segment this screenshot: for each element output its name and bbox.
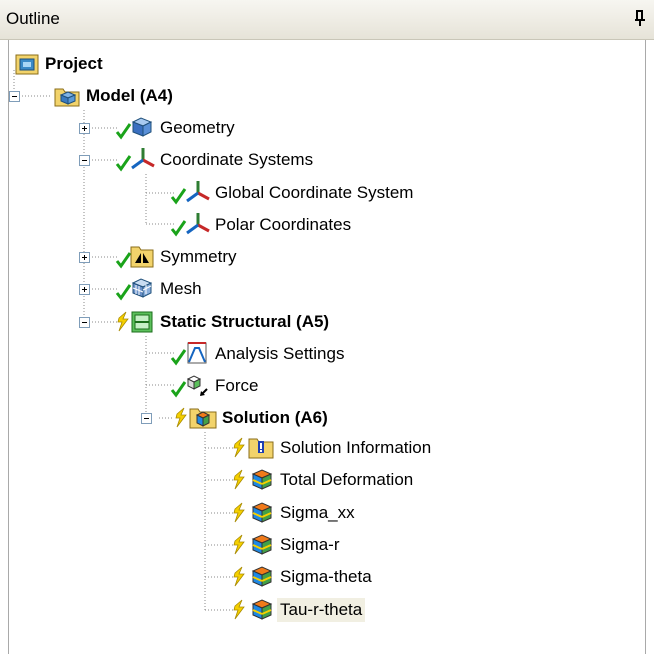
- tree-item-symmetry[interactable]: Symmetry: [115, 241, 240, 273]
- solution-icon: [175, 407, 217, 429]
- tree-item-label: Coordinate Systems: [160, 150, 314, 169]
- tree-item-solution-information[interactable]: Solution Information: [231, 432, 434, 464]
- project-icon: [15, 54, 39, 75]
- tree-item-label: Total Deformation: [280, 470, 414, 489]
- tree-item-geometry[interactable]: Geometry: [115, 112, 238, 144]
- coordinate-system-icon: [170, 181, 210, 205]
- outline-tree: Project Model (A4) Geometry Coordinate S…: [8, 40, 646, 654]
- force-icon: [170, 375, 208, 398]
- tree-item-label: Polar Coordinates: [215, 215, 352, 234]
- solution-information-icon: [233, 437, 274, 459]
- result-icon: [233, 566, 273, 587]
- model-folder-icon: [54, 88, 80, 107]
- result-icon: [233, 534, 273, 555]
- tree-item-label: Model (A4): [86, 86, 173, 105]
- tree-item-analysis-settings[interactable]: Analysis Settings: [170, 338, 347, 370]
- tree-item-tau-r-theta[interactable]: Tau-r-theta: [231, 594, 366, 626]
- tree-item-label: Symmetry: [160, 247, 237, 266]
- tree-item-label: Sigma_xx: [280, 503, 355, 522]
- coordinate-systems-icon: [115, 148, 155, 172]
- tree-item-label: Solution (A6): [222, 408, 328, 427]
- tree-item-label: Geometry: [160, 118, 235, 137]
- tree-item-label: Analysis Settings: [215, 344, 345, 363]
- tree-item-label: Sigma-r: [280, 535, 340, 554]
- mesh-expand-toggle[interactable]: [79, 284, 90, 295]
- tree-item-label: Sigma-theta: [280, 567, 372, 586]
- result-icon: [233, 502, 273, 523]
- tree-item-sigma-theta[interactable]: Sigma-theta: [231, 561, 375, 593]
- mesh-icon: [115, 278, 153, 301]
- tree-item-coordinate-systems[interactable]: Coordinate Systems: [115, 144, 316, 176]
- panel-title: Outline: [6, 9, 60, 28]
- symmetry-expand-toggle[interactable]: [79, 252, 90, 263]
- symmetry-icon: [115, 246, 154, 269]
- tree-item-polar-coordinates[interactable]: Polar Coordinates: [170, 209, 354, 241]
- tree-item-static-structural[interactable]: Static Structural (A5): [115, 306, 332, 338]
- pin-icon[interactable]: [630, 6, 650, 32]
- tree-item-total-deformation[interactable]: Total Deformation: [231, 464, 416, 496]
- tree-item-solution[interactable]: Solution (A6): [171, 402, 331, 434]
- tree-item-global-coordinate-system[interactable]: Global Coordinate System: [170, 177, 416, 209]
- tree-item-model[interactable]: Model (A4): [53, 80, 176, 112]
- tree-item-label: Project: [45, 54, 103, 73]
- geometry-expand-toggle[interactable]: [79, 123, 90, 134]
- tree-item-label: Static Structural (A5): [160, 312, 330, 331]
- tree-item-sigma-xx[interactable]: Sigma_xx: [231, 497, 358, 529]
- analysis-settings-icon: [170, 342, 207, 366]
- tree-item-label: Solution Information: [280, 438, 432, 457]
- coordinate-systems-collapse-toggle[interactable]: [79, 155, 90, 166]
- tree-item-mesh[interactable]: Mesh: [115, 273, 205, 305]
- outline-panel: Outline Project Model (A4) Geometry Coor…: [0, 0, 654, 654]
- solution-collapse-toggle[interactable]: [141, 413, 152, 424]
- tree-item-sigma-r[interactable]: Sigma-r: [231, 529, 343, 561]
- result-icon: [233, 599, 273, 620]
- tree-item-label: Global Coordinate System: [215, 183, 414, 202]
- geometry-icon: [115, 117, 153, 140]
- tree-item-label: Force: [215, 376, 259, 395]
- coordinate-system-icon: [170, 213, 210, 237]
- tree-item-label-selected: Tau-r-theta: [277, 598, 366, 622]
- static-structural-icon: [117, 311, 153, 333]
- static-structural-collapse-toggle[interactable]: [79, 317, 90, 328]
- tree-item-project[interactable]: Project: [14, 48, 106, 80]
- tree-item-label: Mesh: [160, 279, 202, 298]
- outline-titlebar: Outline: [0, 0, 654, 40]
- result-icon: [233, 469, 273, 490]
- model-collapse-toggle[interactable]: [9, 91, 20, 102]
- tree-item-force[interactable]: Force: [170, 370, 261, 402]
